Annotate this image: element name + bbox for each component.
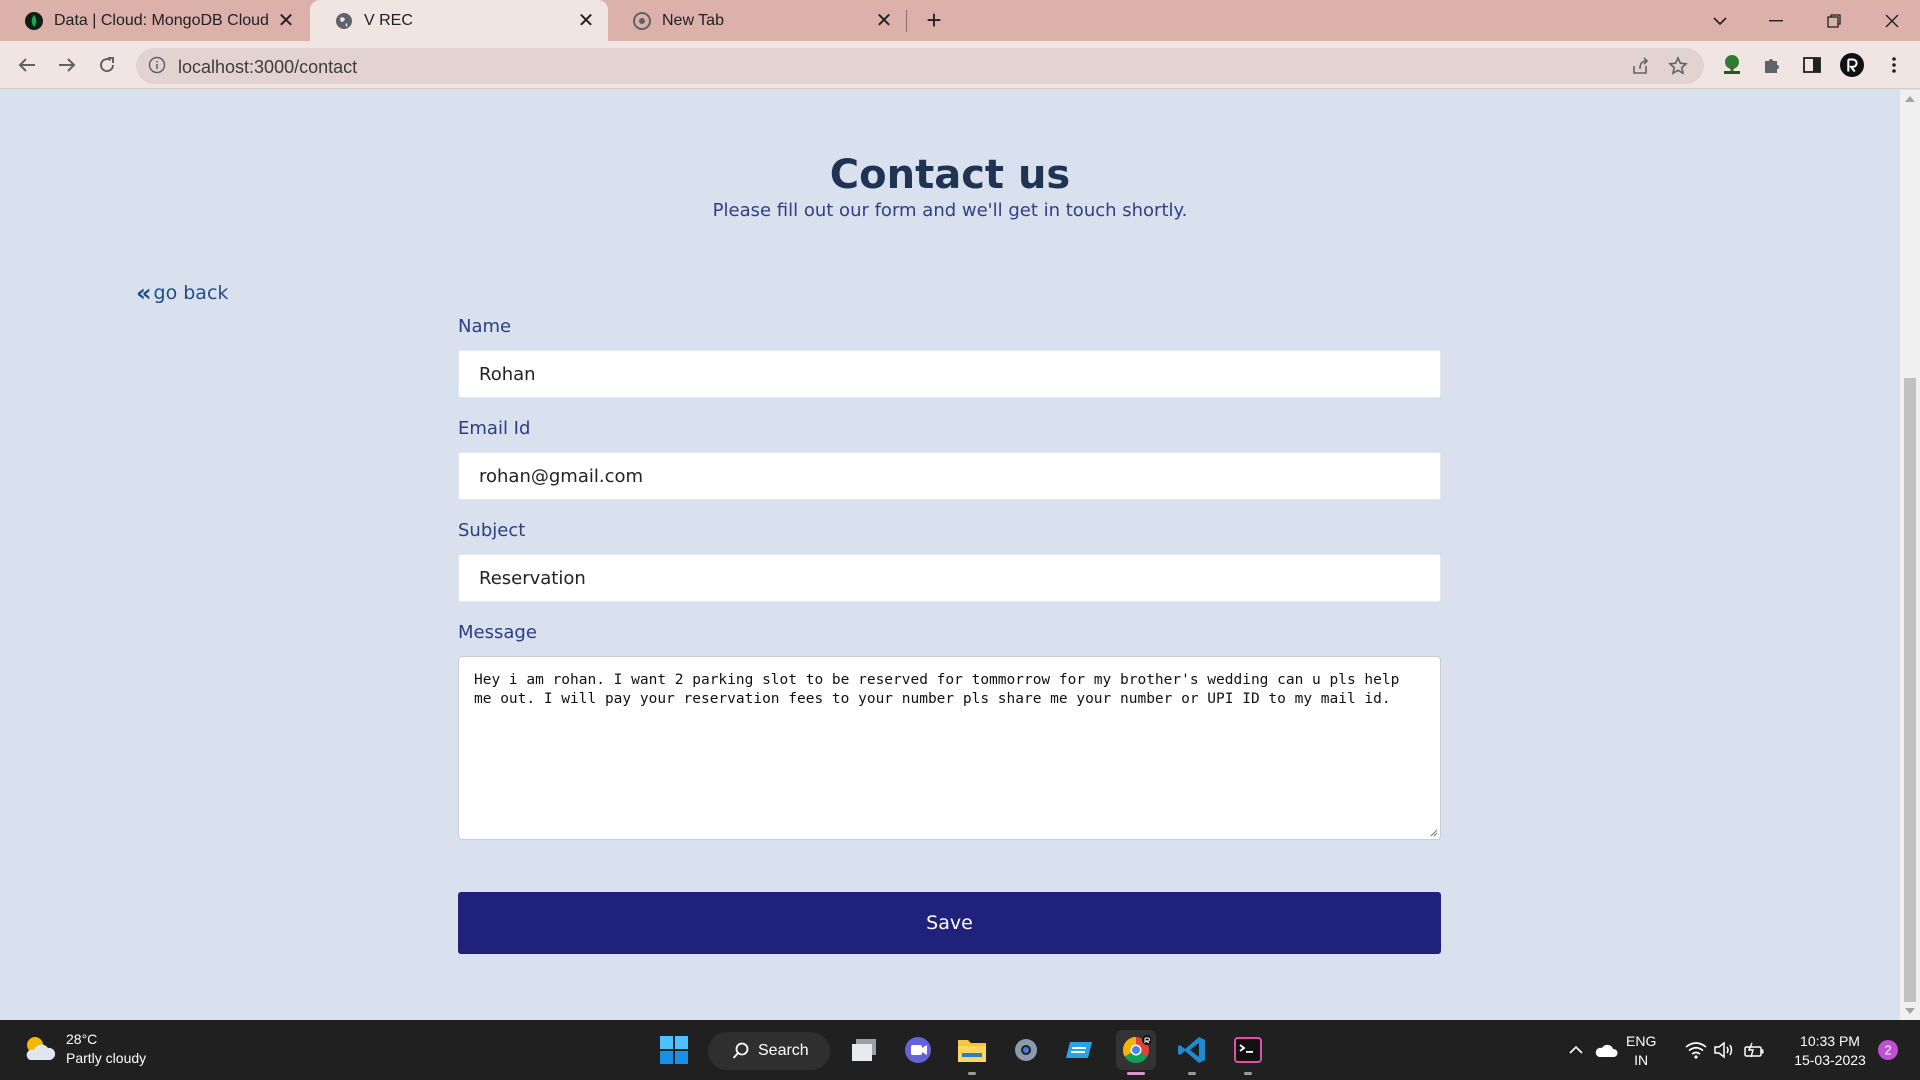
terminal-icon[interactable]	[1228, 1030, 1268, 1070]
page-title: Contact us	[829, 152, 1071, 198]
forward-button[interactable]	[51, 49, 83, 81]
profile-avatar[interactable]	[1840, 53, 1864, 77]
minimize-button[interactable]	[1748, 0, 1804, 41]
windows-taskbar: 28°C Partly cloudy Search ENG IN 10:33 P…	[0, 1020, 1920, 1080]
windows-start-icon[interactable]	[654, 1030, 694, 1070]
file-explorer-icon[interactable]	[952, 1030, 992, 1070]
message-textarea[interactable]: Hey i am rohan. I want 2 parking slot to…	[458, 656, 1441, 840]
language-line1: ENG	[1626, 1033, 1657, 1049]
address-bar[interactable]: localhost:3000/contact	[136, 48, 1704, 84]
contact-form: Name Rohan Email Id rohan@gmail.com Subj…	[458, 316, 1441, 840]
close-window-button[interactable]	[1864, 0, 1920, 41]
tab-title: V REC	[364, 11, 413, 29]
tab-title: New Tab	[662, 11, 724, 29]
go-back-label: go back	[153, 282, 229, 304]
language-indicator[interactable]: ENG IN	[1626, 1032, 1656, 1070]
tab-search-chevron-icon[interactable]	[1692, 0, 1748, 41]
name-input[interactable]: Rohan	[458, 350, 1441, 398]
vscode-icon[interactable]	[1172, 1030, 1212, 1070]
clock-date: 15-03-2023	[1794, 1052, 1866, 1068]
name-label: Name	[458, 316, 512, 337]
clock-time: 10:33 PM	[1800, 1033, 1860, 1049]
search-icon	[732, 1042, 749, 1059]
side-panel-icon[interactable]	[1800, 53, 1824, 77]
running-indicator	[1188, 1072, 1196, 1075]
restore-button[interactable]	[1806, 0, 1862, 41]
tab-title: Data | Cloud: MongoDB Cloud	[54, 11, 269, 29]
page-content: Contact us Please fill out our form and …	[0, 90, 1900, 1020]
weather-widget[interactable]: 28°C Partly cloudy	[22, 1030, 146, 1068]
close-icon[interactable]: ✕	[574, 9, 598, 33]
globe-icon	[334, 11, 354, 31]
message-text: Hey i am rohan. I want 2 parking slot to…	[474, 672, 1400, 707]
notification-count: 2	[1884, 1043, 1891, 1058]
extensions-puzzle-icon[interactable]	[1760, 53, 1784, 77]
scroll-up-arrow-icon[interactable]	[1905, 96, 1915, 102]
teams-chat-icon[interactable]	[898, 1030, 938, 1070]
subject-label: Subject	[458, 520, 526, 541]
info-icon[interactable]	[148, 56, 168, 76]
save-button[interactable]: Save	[458, 892, 1441, 954]
go-back-link[interactable]: « go back	[136, 279, 229, 307]
browser-toolbar: localhost:3000/contact	[0, 41, 1920, 89]
email-label: Email Id	[458, 418, 531, 439]
subject-group: Subject Reservation	[458, 520, 1441, 622]
weather-temp: 28°C	[66, 1031, 98, 1047]
resize-handle-icon[interactable]	[1428, 827, 1438, 837]
reload-button[interactable]	[91, 49, 123, 81]
search-label: Search	[758, 1042, 809, 1059]
running-indicator	[968, 1072, 976, 1075]
tree-extension-icon[interactable]	[1720, 53, 1744, 77]
scrollbar-thumb[interactable]	[1904, 378, 1916, 1002]
bookmark-star-icon[interactable]	[1666, 54, 1690, 78]
subject-input[interactable]: Reservation	[458, 554, 1441, 602]
close-icon[interactable]: ✕	[274, 9, 298, 33]
onedrive-cloud-icon[interactable]	[1586, 1030, 1626, 1070]
page-scrollbar[interactable]	[1900, 90, 1920, 1020]
chrome-taskbar-icon[interactable]	[1116, 1030, 1156, 1070]
battery-icon[interactable]	[1734, 1030, 1774, 1070]
new-tab-button[interactable]: +	[920, 7, 948, 34]
taskbar-search-button[interactable]: Search	[708, 1032, 830, 1070]
url-text: localhost:3000/contact	[178, 57, 358, 77]
tab-new-tab[interactable]: New Tab ✕	[608, 0, 906, 41]
browser-tab-strip: Data | Cloud: MongoDB Cloud ✕ V REC ✕ Ne…	[0, 0, 1920, 41]
mongodb-leaf-icon	[24, 11, 44, 31]
task-view-icon[interactable]	[844, 1030, 884, 1070]
email-group: Email Id rohan@gmail.com	[458, 418, 1441, 520]
clock[interactable]: 10:33 PM 15-03-2023	[1782, 1032, 1878, 1070]
scroll-down-arrow-icon[interactable]	[1905, 1008, 1915, 1014]
settings-gear-icon[interactable]	[1006, 1030, 1046, 1070]
running-indicator	[1244, 1072, 1252, 1075]
active-app-indicator	[1127, 1072, 1145, 1075]
tab-divider	[906, 10, 907, 32]
page-subtitle: Please fill out our form and we'll get i…	[712, 200, 1188, 221]
share-icon[interactable]	[1628, 54, 1652, 78]
partly-cloudy-icon	[26, 1037, 56, 1060]
name-group: Name Rohan	[458, 316, 1441, 418]
tab-v-rec[interactable]: V REC ✕	[310, 0, 608, 41]
kebab-menu-icon[interactable]	[1882, 53, 1906, 77]
message-group: Message Hey i am rohan. I want 2 parking…	[458, 622, 1441, 840]
email-input[interactable]: rohan@gmail.com	[458, 452, 1441, 500]
weather-condition: Partly cloudy	[66, 1050, 147, 1066]
double-chevron-left-icon: «	[136, 279, 152, 307]
back-button[interactable]	[11, 49, 43, 81]
close-icon[interactable]: ✕	[872, 9, 896, 33]
language-line2: IN	[1634, 1052, 1649, 1068]
app-icon[interactable]	[1060, 1030, 1100, 1070]
chrome-icon	[632, 11, 652, 31]
message-label: Message	[458, 622, 537, 643]
tab-mongodb[interactable]: Data | Cloud: MongoDB Cloud ✕	[0, 0, 308, 41]
notification-badge[interactable]: 2	[1868, 1030, 1908, 1070]
